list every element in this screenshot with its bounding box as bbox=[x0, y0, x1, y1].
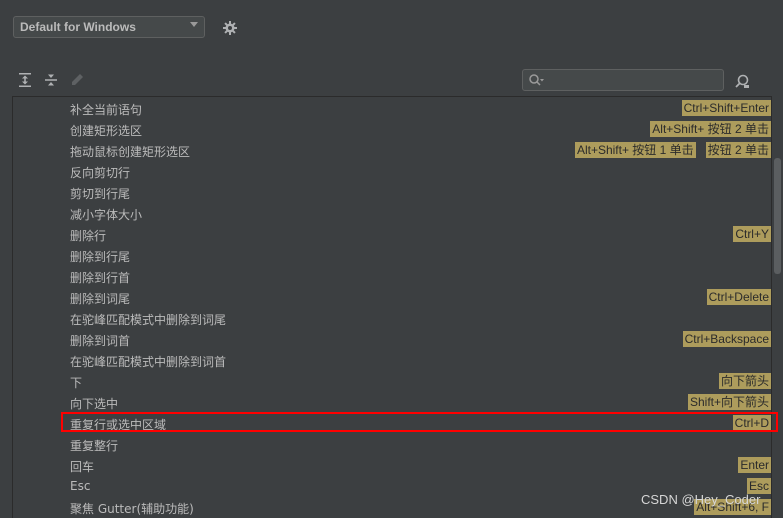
action-name: 删除行 bbox=[70, 229, 107, 243]
shortcut-list: 向下箭头 bbox=[718, 373, 771, 389]
action-row[interactable]: 删除到行尾 bbox=[13, 245, 771, 266]
highlight-annotation bbox=[61, 412, 778, 432]
vertical-scrollbar[interactable] bbox=[774, 158, 781, 274]
shortcut-badge: 按钮 2 单击 bbox=[705, 142, 771, 158]
action-row[interactable]: 创建矩形选区 Alt+Shift+ 按钮 2 单击 bbox=[13, 119, 771, 140]
action-name: 拖动鼠标创建矩形选区 bbox=[70, 145, 191, 159]
action-name: 创建矩形选区 bbox=[70, 124, 143, 138]
shortcut-badge: Shift+向下箭头 bbox=[687, 394, 771, 410]
action-name: 反向剪切行 bbox=[70, 166, 131, 180]
action-row[interactable]: 反向剪切行 bbox=[13, 161, 771, 182]
action-row[interactable]: 减小字体大小 bbox=[13, 203, 771, 224]
shortcut-badge: 向下箭头 bbox=[718, 373, 771, 389]
action-name: 在驼峰匹配模式中删除到词尾 bbox=[70, 313, 227, 327]
shortcut-list: Ctrl+Delete bbox=[706, 289, 771, 305]
keymap-header: Default for Windows bbox=[0, 0, 783, 58]
shortcut-list: Enter bbox=[738, 457, 771, 473]
keymap-action-tree[interactable]: 补全当前语句 Ctrl+Shift+Enter 创建矩形选区 Alt+Shift+ 按… bbox=[12, 96, 772, 518]
action-name: 下 bbox=[70, 376, 83, 390]
shortcut-badge: Enter bbox=[738, 457, 771, 473]
shortcut-list: Shift+向下箭头 bbox=[687, 394, 771, 410]
shortcut-list: Alt+Shift+ 按钮 2 单击 bbox=[650, 121, 771, 137]
shortcut-list: Ctrl+Y bbox=[733, 226, 771, 242]
action-name: Esc bbox=[70, 479, 91, 493]
action-name: 在驼峰匹配模式中删除到词首 bbox=[70, 355, 227, 369]
action-row[interactable]: 回车 Enter bbox=[13, 455, 771, 476]
action-name: 删除到词首 bbox=[70, 334, 131, 348]
action-row[interactable]: 删除到词尾 Ctrl+Delete bbox=[13, 287, 771, 308]
watermark: CSDN @Hey_Coder bbox=[641, 492, 761, 507]
action-name: 聚焦 Gutter(辅助功能) bbox=[70, 502, 194, 516]
action-name: 补全当前语句 bbox=[70, 103, 143, 117]
find-action-by-shortcut-icon[interactable] bbox=[734, 73, 750, 89]
shortcut-badge: Ctrl+Delete bbox=[706, 289, 771, 305]
action-row[interactable]: 拖动鼠标创建矩形选区 Alt+Shift+ 按钮 1 单击 按钮 2 单击 bbox=[13, 140, 771, 161]
expand-all-icon[interactable] bbox=[17, 72, 33, 88]
action-row[interactable]: 删除到词首 Ctrl+Backspace bbox=[13, 329, 771, 350]
action-row[interactable]: 在驼峰匹配模式中删除到词尾 bbox=[13, 308, 771, 329]
action-name: 回车 bbox=[70, 460, 95, 474]
action-name: 向下选中 bbox=[70, 397, 119, 411]
action-name: 减小字体大小 bbox=[70, 208, 143, 222]
shortcut-list: Alt+Shift+ 按钮 1 单击 按钮 2 单击 bbox=[574, 142, 771, 158]
edit-icon[interactable] bbox=[69, 72, 85, 88]
gear-icon[interactable] bbox=[222, 20, 238, 36]
shortcut-badge: Ctrl+Shift+Enter bbox=[681, 100, 771, 116]
keymap-search-field[interactable] bbox=[522, 69, 724, 91]
action-name: 重复整行 bbox=[70, 439, 119, 453]
action-name: 删除到行首 bbox=[70, 271, 131, 285]
action-row[interactable]: 下 向下箭头 bbox=[13, 371, 771, 392]
shortcut-badge: Ctrl+Y bbox=[733, 226, 771, 242]
action-row[interactable]: 删除到行首 bbox=[13, 266, 771, 287]
search-icon bbox=[529, 74, 544, 86]
shortcut-badge: Ctrl+Backspace bbox=[682, 331, 771, 347]
action-row[interactable]: 删除行 Ctrl+Y bbox=[13, 224, 771, 245]
shortcut-badge: Alt+Shift+ 按钮 1 单击 bbox=[574, 142, 696, 158]
shortcut-list: Ctrl+Backspace bbox=[682, 331, 771, 347]
action-row[interactable]: 重复整行 bbox=[13, 434, 771, 455]
keymap-scheme-value: Default for Windows bbox=[20, 20, 136, 34]
chevron-down-icon bbox=[190, 22, 198, 27]
shortcut-badge: Alt+Shift+ 按钮 2 单击 bbox=[650, 121, 771, 137]
action-row[interactable]: 剪切到行尾 bbox=[13, 182, 771, 203]
shortcut-list: Ctrl+Shift+Enter bbox=[681, 100, 771, 116]
keymap-scheme-dropdown[interactable]: Default for Windows bbox=[13, 16, 205, 38]
action-row[interactable]: 在驼峰匹配模式中删除到词首 bbox=[13, 350, 771, 371]
collapse-all-icon[interactable] bbox=[43, 72, 59, 88]
action-name: 删除到行尾 bbox=[70, 250, 131, 264]
action-name: 剪切到行尾 bbox=[70, 187, 131, 201]
action-name: 删除到词尾 bbox=[70, 292, 131, 306]
action-row[interactable]: 向下选中 Shift+向下箭头 bbox=[13, 392, 771, 413]
action-row[interactable]: 补全当前语句 Ctrl+Shift+Enter bbox=[13, 98, 771, 119]
